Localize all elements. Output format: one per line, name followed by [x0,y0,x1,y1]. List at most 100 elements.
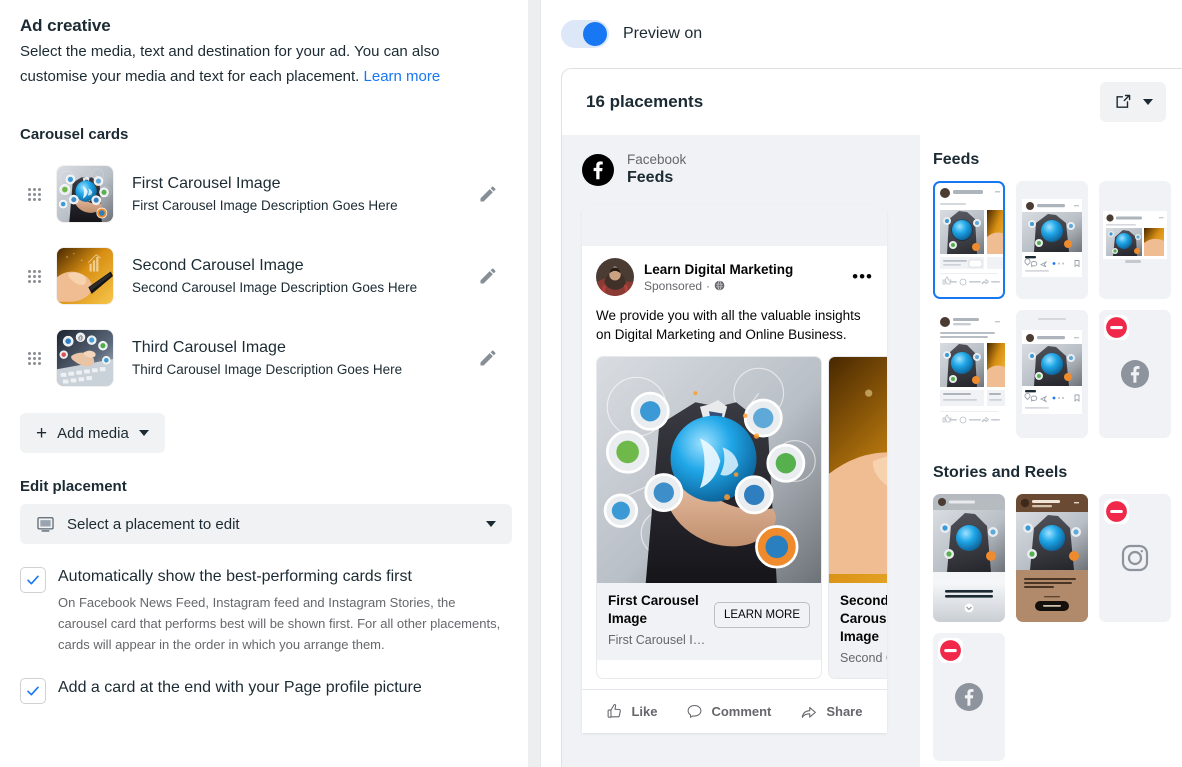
sponsored-label: Sponsored [644,278,703,293]
placement-thumb-blocked-facebook-stories[interactable] [933,633,1005,761]
placement-thumb-story-light[interactable] [933,494,1005,622]
placements-preview-card: 16 placements Facebook Feeds Learn Digit… [561,68,1182,767]
preview-placement-name: Feeds [627,169,674,186]
post-body-text: We provide you with all the valuable ins… [596,308,861,342]
drag-handle-icon[interactable] [20,269,48,283]
carousel-card-list: First Carousel Image First Carousel Imag… [20,153,508,399]
drag-handle-icon[interactable] [20,351,48,365]
placement-thumb-feed-long[interactable] [933,310,1005,438]
rail-group-title-feeds: Feeds [933,151,980,168]
auto-best-cards-help: On Facebook News Feed, Instagram feed an… [58,595,501,652]
placement-thumb-blocked-facebook[interactable] [1099,310,1171,438]
pencil-icon [480,268,496,284]
edit-card-button[interactable] [468,174,508,214]
edit-placement-label: Edit placement [20,478,127,495]
ad-creative-screen: Ad creative Select the media, text and d… [0,0,1182,767]
share-action[interactable]: Share [800,703,862,721]
comment-label: Comment [711,704,772,719]
placements-count: 16 placements [586,92,704,111]
blocked-badge [1104,315,1129,340]
share-icon [802,706,817,718]
blocked-badge [1104,499,1129,524]
placement-thumb-feed-square-2[interactable] [1016,310,1088,438]
pencil-icon [480,350,496,366]
feeds-thumb-grid [933,181,1171,438]
end-card-profile-option[interactable]: Add a card at the end with your Page pro… [20,677,508,704]
drag-handle-icon[interactable] [20,187,48,201]
preview-carousel-card[interactable]: Second Carousel Image Second C LEARN MOR… [828,356,887,679]
learn-more-link[interactable]: Learn more [364,68,441,85]
carousel-card-title: Second Carousel Image [132,256,304,274]
placement-thumb-feed-post[interactable] [933,181,1005,299]
preview-card-image [829,357,887,583]
external-link-icon [1116,94,1131,108]
page-description: Select the media, text and destination f… [20,39,508,89]
preview-card-footer: Second Carousel Image Second C LEARN MOR… [829,583,887,678]
add-media-button[interactable]: + Add media [20,413,165,453]
carousel-card-thumbnail[interactable] [56,329,114,387]
placement-thumb-feed-square[interactable] [1016,181,1088,299]
placement-select-value: Select a placement to edit [67,515,240,533]
post-options-icon[interactable]: ••• [852,268,873,285]
like-label: Like [631,704,658,719]
preview-toggle[interactable] [561,20,609,48]
post-top-strip [582,204,887,246]
comment-action[interactable]: Comment [686,703,771,720]
plus-icon: + [36,422,48,444]
page-title: Ad creative [20,16,111,35]
toggle-knob [583,22,607,46]
post-meta: Sponsored · [644,278,793,294]
carousel-preview-strip: First Carousel Image First Carousel Ima…… [582,344,887,679]
edit-card-button[interactable] [468,256,508,296]
carousel-card-row[interactable]: Second Carousel Image Second Carousel Im… [20,235,508,317]
auto-best-cards-checkbox[interactable] [20,567,46,593]
like-action[interactable]: Like [606,703,657,720]
carousel-cards-heading: Carousel cards [20,126,129,143]
placement-thumb-blocked-instagram[interactable] [1099,494,1171,622]
share-label: Share [826,704,863,719]
carousel-card-thumbnail[interactable] [56,247,114,305]
preview-card-description: First Carousel Ima… [608,633,706,647]
preview-carousel-card[interactable]: First Carousel Image First Carousel Ima…… [596,356,822,679]
globe-icon [714,280,725,291]
placements-header: 16 placements [562,69,1182,135]
meta-separator: · [706,278,711,293]
chevron-down-icon [1143,99,1153,105]
rail-group-title-stories: Stories and Reels [933,464,1068,481]
placement-thumb-feed-wide[interactable] [1099,181,1171,299]
carousel-card-text: Third Carousel Image Third Carousel Imag… [132,337,468,380]
carousel-card-title: First Carousel Image [132,174,281,192]
carousel-card-row[interactable]: First Carousel Image First Carousel Imag… [20,153,508,235]
post-author-row: Learn Digital Marketing Sponsored · ••• [582,246,887,296]
carousel-card-thumbnail[interactable] [56,165,114,223]
preview-card-cta-button[interactable]: LEARN MORE [713,602,810,628]
preview-toggle-label: Preview on [623,25,703,42]
carousel-card-row[interactable]: Third Carousel Image Third Carousel Imag… [20,317,508,399]
preview-placement-header: Facebook Feeds [582,151,920,188]
end-card-profile-checkbox[interactable] [20,678,46,704]
preview-toggle-bar: Preview on [541,0,1182,68]
chevron-down-icon [486,521,496,527]
preview-card-title: Second Carousel Image [840,593,887,644]
open-in-new-window-button[interactable] [1100,82,1166,122]
post-action-bar: Like Comment Share [582,689,887,733]
carousel-card-description: Second Carousel Image Description Goes H… [132,279,418,295]
preview-network-name: Facebook [627,152,687,167]
no-entry-icon [1106,501,1127,522]
preview-card-image [597,357,821,583]
comment-icon [688,704,702,718]
check-icon [27,686,39,696]
preview-card-footer: First Carousel Image First Carousel Ima…… [597,583,821,660]
edit-card-button[interactable] [468,338,508,378]
blocked-badge [938,638,963,663]
placement-thumb-story-brown[interactable] [1016,494,1088,622]
ad-preview-panel: Preview on 16 placements Facebook Feeds … [540,0,1182,767]
facebook-post-preview: Learn Digital Marketing Sponsored · ••• … [582,204,887,733]
placement-select[interactable]: Select a placement to edit [20,504,512,544]
ad-creative-panel: Ad creative Select the media, text and d… [0,0,528,767]
end-card-profile-label: Add a card at the end with your Page pro… [58,679,422,696]
carousel-card-description: First Carousel Image Description Goes He… [132,197,398,213]
auto-best-cards-option[interactable]: Automatically show the best-performing c… [20,566,508,655]
panel-divider [528,0,540,767]
check-icon [27,575,39,585]
